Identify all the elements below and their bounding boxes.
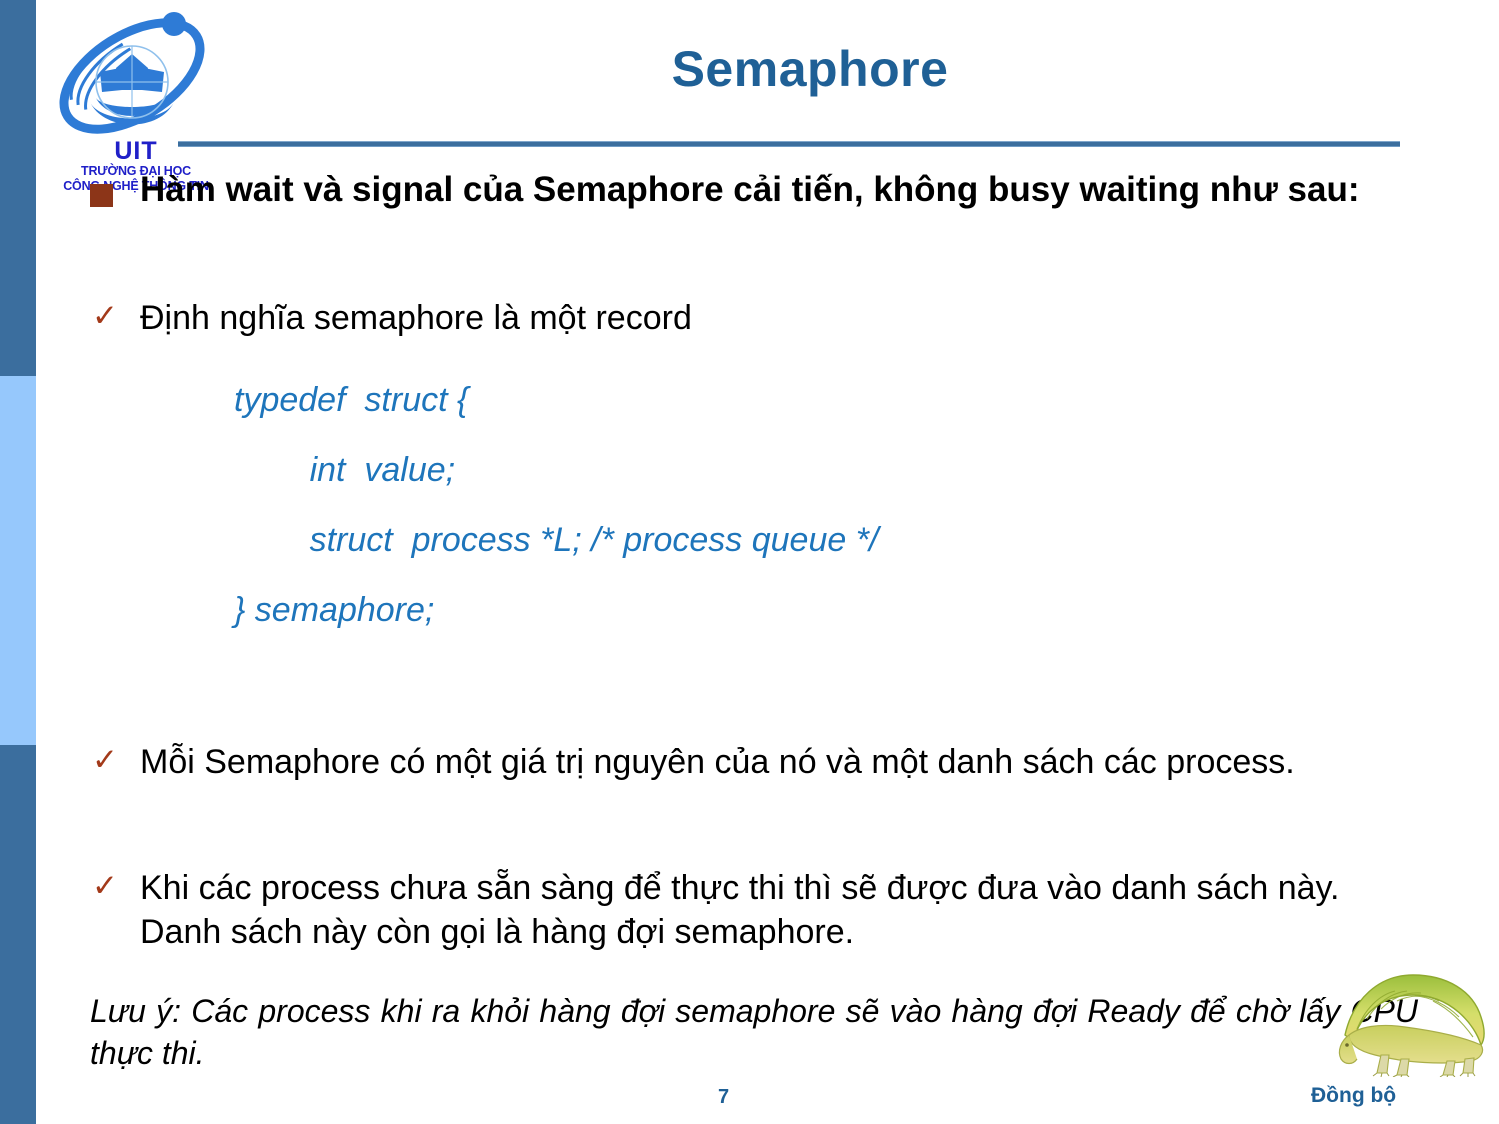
slide-number: 7 (718, 1086, 730, 1108)
bullet-level2-queue: ✓ Khi các process chưa sẵn sàng để thực … (36, 866, 1376, 954)
stripe-segment-top (0, 0, 36, 376)
footer-label: Đồng bộ (1311, 1084, 1397, 1107)
bullet-level2-definition: ✓ Định nghĩa semaphore là một record (36, 296, 1376, 340)
checkmark-icon: ✓ (92, 742, 118, 777)
stripe-segment-bottom (0, 745, 36, 1124)
checkmark-icon: ✓ (92, 868, 118, 903)
left-accent-stripe (0, 0, 36, 1124)
page-title: Semaphore (671, 41, 949, 97)
bullet-level1-main: Hàm wait và signal của Semaphore cải tiế… (90, 168, 1390, 213)
code-line-2: int value; (234, 451, 456, 489)
uit-logo-mark-icon (52, 6, 212, 158)
checkmark-icon: ✓ (92, 298, 118, 333)
title-divider (178, 141, 1400, 147)
slide-semaphore: UIT TRƯỜNG ĐẠI HỌC CÔNG NGHỆ THÔNG TIN S… (0, 0, 1499, 1124)
dinosaur-decoration-icon (1335, 965, 1499, 1078)
slide-body: Hàm wait và signal của Semaphore cải tiế… (36, 168, 1499, 1118)
code-line-3: struct process *L; /* process queue */ (234, 521, 879, 559)
note-text: Lưu ý: Các process khi ra khỏi hàng đợi … (90, 993, 1418, 1072)
code-line-1: typedef struct { (234, 381, 469, 419)
square-bullet-icon (90, 184, 113, 207)
code-line-4: } semaphore; (234, 591, 435, 629)
bullet-level1-text: Hàm wait và signal của Semaphore cải tiế… (140, 170, 1360, 209)
bullet-level2-text: Khi các process chưa sẵn sàng để thực th… (140, 869, 1340, 952)
bullet-level2-text: Định nghĩa semaphore là một record (140, 299, 692, 337)
bullet-level2-value-list: ✓ Mỗi Semaphore có một giá trị nguyên củ… (36, 740, 1376, 784)
bullet-level2-text: Mỗi Semaphore có một giá trị nguyên của … (140, 743, 1295, 781)
stripe-segment-middle (0, 376, 36, 745)
